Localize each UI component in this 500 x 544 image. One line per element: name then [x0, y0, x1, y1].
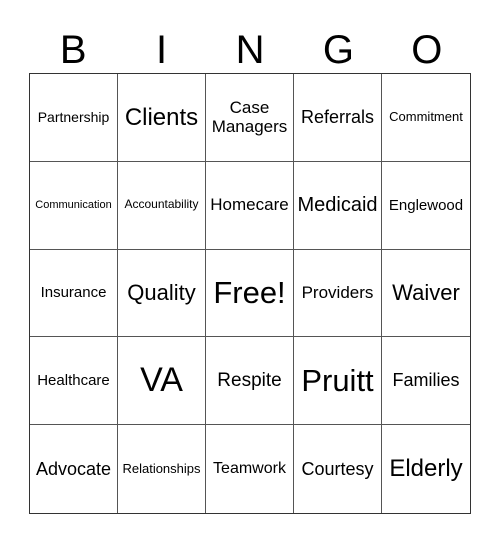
bingo-cell[interactable]: Providers: [294, 249, 382, 338]
bingo-cell[interactable]: Case Managers: [206, 74, 294, 162]
bingo-cell[interactable]: Clients: [118, 74, 206, 162]
bingo-cell[interactable]: Teamwork: [206, 425, 294, 513]
bingo-cell[interactable]: VA: [118, 337, 206, 426]
bingo-cell[interactable]: Advocate: [30, 425, 118, 513]
bingo-cell[interactable]: Medicaid: [294, 161, 382, 250]
bingo-cell[interactable]: Homecare: [206, 161, 294, 250]
bingo-cell[interactable]: Elderly: [382, 425, 470, 513]
bingo-cell[interactable]: Referrals: [294, 74, 382, 162]
bingo-cell[interactable]: Pruitt: [294, 337, 382, 426]
bingo-header: B I N G O: [29, 28, 471, 72]
bingo-cell[interactable]: Communication: [30, 161, 118, 250]
bingo-cell[interactable]: Accountability: [118, 161, 206, 250]
header-letter-o: O: [411, 28, 443, 72]
bingo-cell[interactable]: Courtesy: [294, 425, 382, 513]
header-letter-g: G: [322, 28, 354, 72]
bingo-free-space[interactable]: Free!: [206, 249, 294, 338]
bingo-cell[interactable]: Relationships: [118, 425, 206, 513]
bingo-cell[interactable]: Insurance: [30, 249, 118, 338]
bingo-cell[interactable]: Waiver: [382, 250, 470, 338]
header-letter-i: I: [156, 28, 168, 72]
bingo-cell[interactable]: Healthcare: [30, 337, 118, 426]
bingo-card-grid: Partnership Clients Case Managers Referr…: [29, 73, 471, 514]
bingo-cell[interactable]: Commitment: [382, 74, 470, 162]
header-letter-n: N: [235, 28, 265, 72]
bingo-cell[interactable]: Respite: [206, 337, 294, 426]
header-letter-b: B: [59, 28, 87, 72]
bingo-cell[interactable]: Families: [382, 337, 470, 426]
bingo-cell[interactable]: Partnership: [30, 74, 118, 162]
bingo-cell[interactable]: Englewood: [382, 162, 470, 250]
bingo-cell[interactable]: Quality: [118, 249, 206, 338]
